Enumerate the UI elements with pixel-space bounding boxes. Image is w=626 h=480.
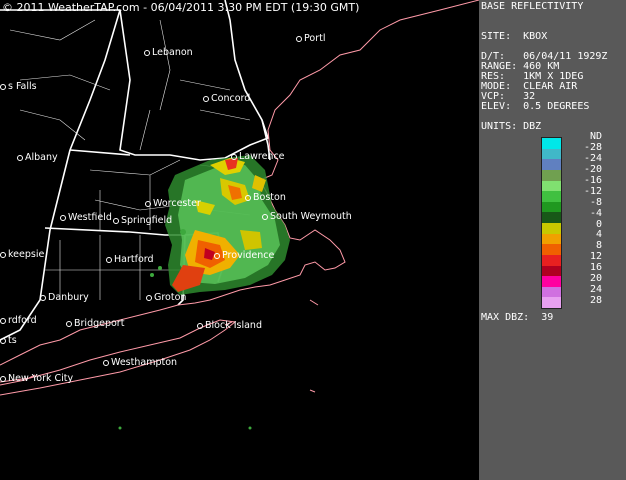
scale-segment bbox=[542, 223, 561, 234]
city-label: Bridgeport bbox=[66, 319, 124, 329]
scale-label: -24 bbox=[584, 152, 603, 164]
city-label: ts bbox=[0, 336, 17, 346]
scale-segment bbox=[542, 244, 561, 255]
site-line: SITE: KBOX bbox=[481, 31, 548, 42]
scale-segment bbox=[542, 254, 561, 266]
scale-label: ND bbox=[589, 131, 602, 142]
scale-segment bbox=[542, 169, 561, 181]
units-line: UNITS: DBZ bbox=[481, 121, 542, 132]
city-dot-icon bbox=[60, 214, 66, 221]
reflectivity-color-scale bbox=[541, 137, 562, 309]
scale-segment bbox=[542, 201, 561, 213]
city-label: Westhampton bbox=[103, 358, 177, 368]
city-label: Providence bbox=[214, 251, 274, 261]
scale-segment bbox=[542, 180, 561, 192]
city-dot-icon bbox=[0, 317, 6, 324]
city-dot-icon bbox=[66, 320, 72, 327]
city-label: Portl bbox=[296, 34, 325, 44]
scale-segment bbox=[542, 212, 561, 223]
city-label: Worcester bbox=[145, 199, 201, 209]
radar-map[interactable]: © 2011 WeatherTAP.com - 06/04/2011 3:30 … bbox=[0, 0, 479, 480]
city-dot-icon bbox=[113, 217, 119, 224]
city-dot-icon bbox=[231, 153, 237, 160]
scale-segment bbox=[542, 159, 561, 170]
scale-label: 8 bbox=[595, 240, 602, 252]
city-label: s Falls bbox=[0, 82, 37, 92]
city-dot-icon bbox=[0, 83, 6, 90]
city-dot-icon bbox=[0, 375, 6, 382]
city-dot-icon bbox=[296, 35, 302, 42]
scale-label: 12 bbox=[589, 251, 602, 263]
city-label: Block Island bbox=[197, 321, 262, 331]
city-label: Concord bbox=[203, 94, 250, 104]
scale-segment bbox=[542, 286, 561, 298]
map-canvas bbox=[0, 0, 479, 430]
scale-label: -8 bbox=[589, 196, 602, 208]
product-title: BASE REFLECTIVITY bbox=[481, 1, 584, 12]
city-dot-icon bbox=[0, 251, 6, 258]
city-dot-icon bbox=[146, 294, 152, 301]
scale-label: 28 bbox=[589, 295, 602, 307]
scale-segment bbox=[542, 138, 561, 149]
scale-segment bbox=[542, 148, 561, 160]
city-dot-icon bbox=[214, 252, 220, 259]
city-label: Springfield bbox=[113, 216, 172, 226]
radar-screen: © 2011 WeatherTAP.com - 06/04/2011 3:30 … bbox=[0, 0, 626, 480]
scale-label: -4 bbox=[589, 207, 602, 219]
city-label: Groton bbox=[146, 293, 186, 303]
scale-label: 20 bbox=[589, 273, 602, 285]
city-dot-icon bbox=[245, 194, 251, 201]
scale-segment bbox=[542, 191, 561, 202]
scale-label: -12 bbox=[584, 185, 603, 197]
scale-label: 24 bbox=[589, 284, 602, 296]
city-dot-icon bbox=[106, 256, 112, 263]
city-label: Danbury bbox=[40, 293, 89, 303]
city-dot-icon bbox=[145, 200, 151, 207]
scale-label: 16 bbox=[589, 262, 602, 274]
scale-segment bbox=[542, 276, 561, 287]
copyright-text: © 2011 WeatherTAP.com - 06/04/2011 3:30 … bbox=[2, 1, 360, 14]
scale-segment bbox=[542, 297, 561, 308]
city-label: South Weymouth bbox=[262, 212, 352, 222]
city-label: rdford bbox=[0, 316, 37, 326]
city-dot-icon bbox=[103, 359, 109, 366]
city-dot-icon bbox=[262, 213, 268, 220]
city-dot-icon bbox=[40, 294, 46, 301]
city-label: Albany bbox=[17, 153, 58, 163]
scale-label: -16 bbox=[584, 174, 603, 186]
scale-label: 4 bbox=[595, 229, 602, 241]
city-dot-icon bbox=[17, 154, 23, 161]
elevation-line: ELEV: 0.5 DEGREES bbox=[481, 101, 590, 112]
city-label: Lawrence bbox=[231, 152, 285, 162]
city-label: Lebanon bbox=[144, 48, 193, 58]
scale-label: -20 bbox=[584, 163, 603, 175]
city-dot-icon bbox=[0, 337, 6, 344]
scale-label: -28 bbox=[584, 141, 603, 153]
city-label: keepsie bbox=[0, 250, 44, 260]
city-label: New York City bbox=[0, 374, 73, 384]
city-label: Hartford bbox=[106, 255, 154, 265]
scale-segment bbox=[542, 233, 561, 245]
city-label: Boston bbox=[245, 193, 286, 203]
scale-segment bbox=[542, 265, 561, 277]
scale-label: 0 bbox=[595, 218, 602, 230]
city-dot-icon bbox=[144, 49, 150, 56]
max-dbz-line: MAX DBZ: 39 bbox=[481, 312, 554, 323]
city-label: Westfield bbox=[60, 213, 112, 223]
city-dot-icon bbox=[197, 322, 203, 329]
city-dot-icon bbox=[203, 95, 209, 102]
info-panel: BASE REFLECTIVITY SITE: KBOX D/T: 06/04/… bbox=[479, 0, 626, 480]
